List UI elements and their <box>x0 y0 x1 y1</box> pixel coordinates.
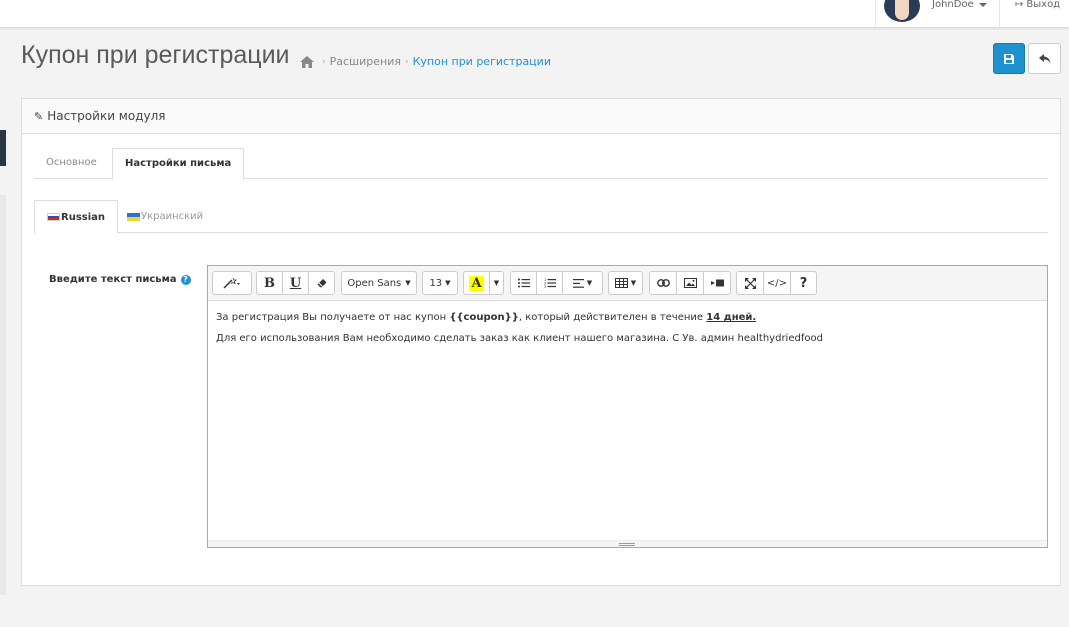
mail-text-label: Введите текст письма ? <box>49 274 191 285</box>
editor-paragraph: За регистрация Вы получаете от нас купон… <box>216 311 1039 324</box>
sidebar-active-item <box>0 130 6 166</box>
font-size-value: 13 <box>429 277 443 289</box>
tab-language-russian[interactable]: Russian <box>34 200 119 234</box>
breadcrumb-extensions[interactable]: Расширения <box>330 55 401 68</box>
home-icon[interactable] <box>300 55 314 68</box>
panel-heading: ✎ Настройки модуля <box>22 99 1060 134</box>
font-family-dropdown[interactable]: Open Sans ▼ <box>341 271 417 295</box>
chevron-down-icon <box>979 3 987 7</box>
tab-language-ukrainian[interactable]: Украинский <box>115 200 215 233</box>
user-menu[interactable]: JohnDoe <box>875 0 1000 27</box>
svg-text:3: 3 <box>544 285 546 288</box>
avatar <box>884 0 920 22</box>
editor-paragraph: Для его использования Вам необходимо сде… <box>216 333 823 344</box>
rich-text-editor: B U Open Sans ▼ 13 ▼ A ▼ 123 ▼ ▼ </> ? З… <box>207 265 1048 548</box>
picture-button[interactable] <box>676 271 704 295</box>
logout-link[interactable]: ↦ Выход <box>1015 0 1060 10</box>
table-dropdown[interactable]: ▼ <box>608 271 643 295</box>
username: JohnDoe <box>932 0 974 10</box>
text-color-dropdown[interactable]: ▼ <box>489 271 504 295</box>
style-dropdown-button[interactable] <box>212 271 252 295</box>
chevron-down-icon: ▼ <box>586 279 593 287</box>
breadcrumb: › Расширения › Купон при регистрации <box>300 55 551 68</box>
unordered-list-button[interactable] <box>510 271 537 295</box>
eraser-button[interactable] <box>308 271 335 295</box>
save-button[interactable] <box>993 43 1025 74</box>
sidebar-shade <box>0 195 6 595</box>
panel-heading-title: Настройки модуля <box>47 109 166 123</box>
text-color-button[interactable]: A <box>463 271 490 295</box>
top-navbar: JohnDoe ↦ Выход <box>0 0 1069 27</box>
grip-icon <box>619 543 635 546</box>
chevron-down-icon: ▼ <box>445 279 451 287</box>
editor-content[interactable]: За регистрация Вы получаете от нас купон… <box>208 301 1047 363</box>
tab-mail-settings[interactable]: Настройки письма <box>112 148 245 180</box>
coupon-placeholder: {{coupon}} <box>449 312 519 323</box>
font-color-icon: A <box>469 275 484 291</box>
settings-tabs: Основное Настройки письма <box>34 148 1048 180</box>
help-icon: ? <box>799 275 808 291</box>
tab-language-label: Russian <box>61 211 106 223</box>
pencil-icon: ✎ <box>34 109 44 123</box>
breadcrumb-separator: › <box>404 56 409 67</box>
link-icon <box>656 279 670 287</box>
editor-text: , который действителен в течение <box>518 312 707 323</box>
ukraine-flag-icon <box>127 212 140 221</box>
chevron-down-icon: ▼ <box>493 279 500 287</box>
settings-panel: ✎ Настройки модуля Основное Настройки пи… <box>21 98 1061 586</box>
magic-wand-icon <box>223 277 240 289</box>
paragraph-align-dropdown[interactable]: ▼ <box>562 271 603 295</box>
logout-label: Выход <box>1026 0 1061 10</box>
breadcrumb-separator: › <box>322 56 326 67</box>
editor-toolbar: B U Open Sans ▼ 13 ▼ A ▼ 123 ▼ ▼ </> ? <box>208 266 1047 301</box>
chevron-down-icon: ▼ <box>630 279 637 287</box>
help-button[interactable]: ? <box>790 271 817 295</box>
ordered-list-button[interactable]: 123 <box>536 271 563 295</box>
question-circle-icon[interactable]: ? <box>180 274 191 285</box>
language-tabs: Russian Украинский <box>34 200 1048 234</box>
page-title: Купон при регистрации <box>21 41 290 69</box>
list-ol-icon: 123 <box>544 278 556 288</box>
sidebar-edge <box>0 0 6 627</box>
eraser-icon <box>317 279 326 288</box>
days-text: 14 дней. <box>706 312 757 323</box>
tab-main[interactable]: Основное <box>34 148 109 179</box>
sign-out-icon: ↦ <box>1015 0 1024 10</box>
video-icon <box>710 279 724 287</box>
font-size-dropdown[interactable]: 13 ▼ <box>422 271 458 295</box>
reply-icon <box>1038 53 1050 63</box>
picture-icon <box>683 278 697 288</box>
fullscreen-icon <box>744 277 756 289</box>
editor-resize-handle[interactable] <box>208 540 1047 547</box>
list-ul-icon <box>517 278 530 288</box>
link-button[interactable] <box>649 271 677 295</box>
code-view-button[interactable]: </> <box>763 271 791 295</box>
chevron-down-icon: ▼ <box>405 279 411 287</box>
bold-button[interactable]: B <box>256 271 283 295</box>
save-icon <box>1004 53 1014 64</box>
back-button[interactable] <box>1028 43 1061 74</box>
editor-text: За регистрация Вы получаете от нас купон <box>216 312 450 323</box>
table-icon <box>614 278 628 288</box>
tab-language-label: Украинский <box>141 211 204 222</box>
breadcrumb-current[interactable]: Купон при регистрации <box>413 55 551 68</box>
align-left-icon <box>572 278 584 288</box>
underline-button[interactable]: U <box>282 271 309 295</box>
russia-flag-icon <box>47 213 60 221</box>
fullscreen-button[interactable] <box>736 271 764 295</box>
video-button[interactable] <box>703 271 731 295</box>
code-icon: </> <box>766 277 788 289</box>
font-family-value: Open Sans <box>347 277 402 289</box>
mail-text-label-text: Введите текст письма <box>49 274 177 285</box>
